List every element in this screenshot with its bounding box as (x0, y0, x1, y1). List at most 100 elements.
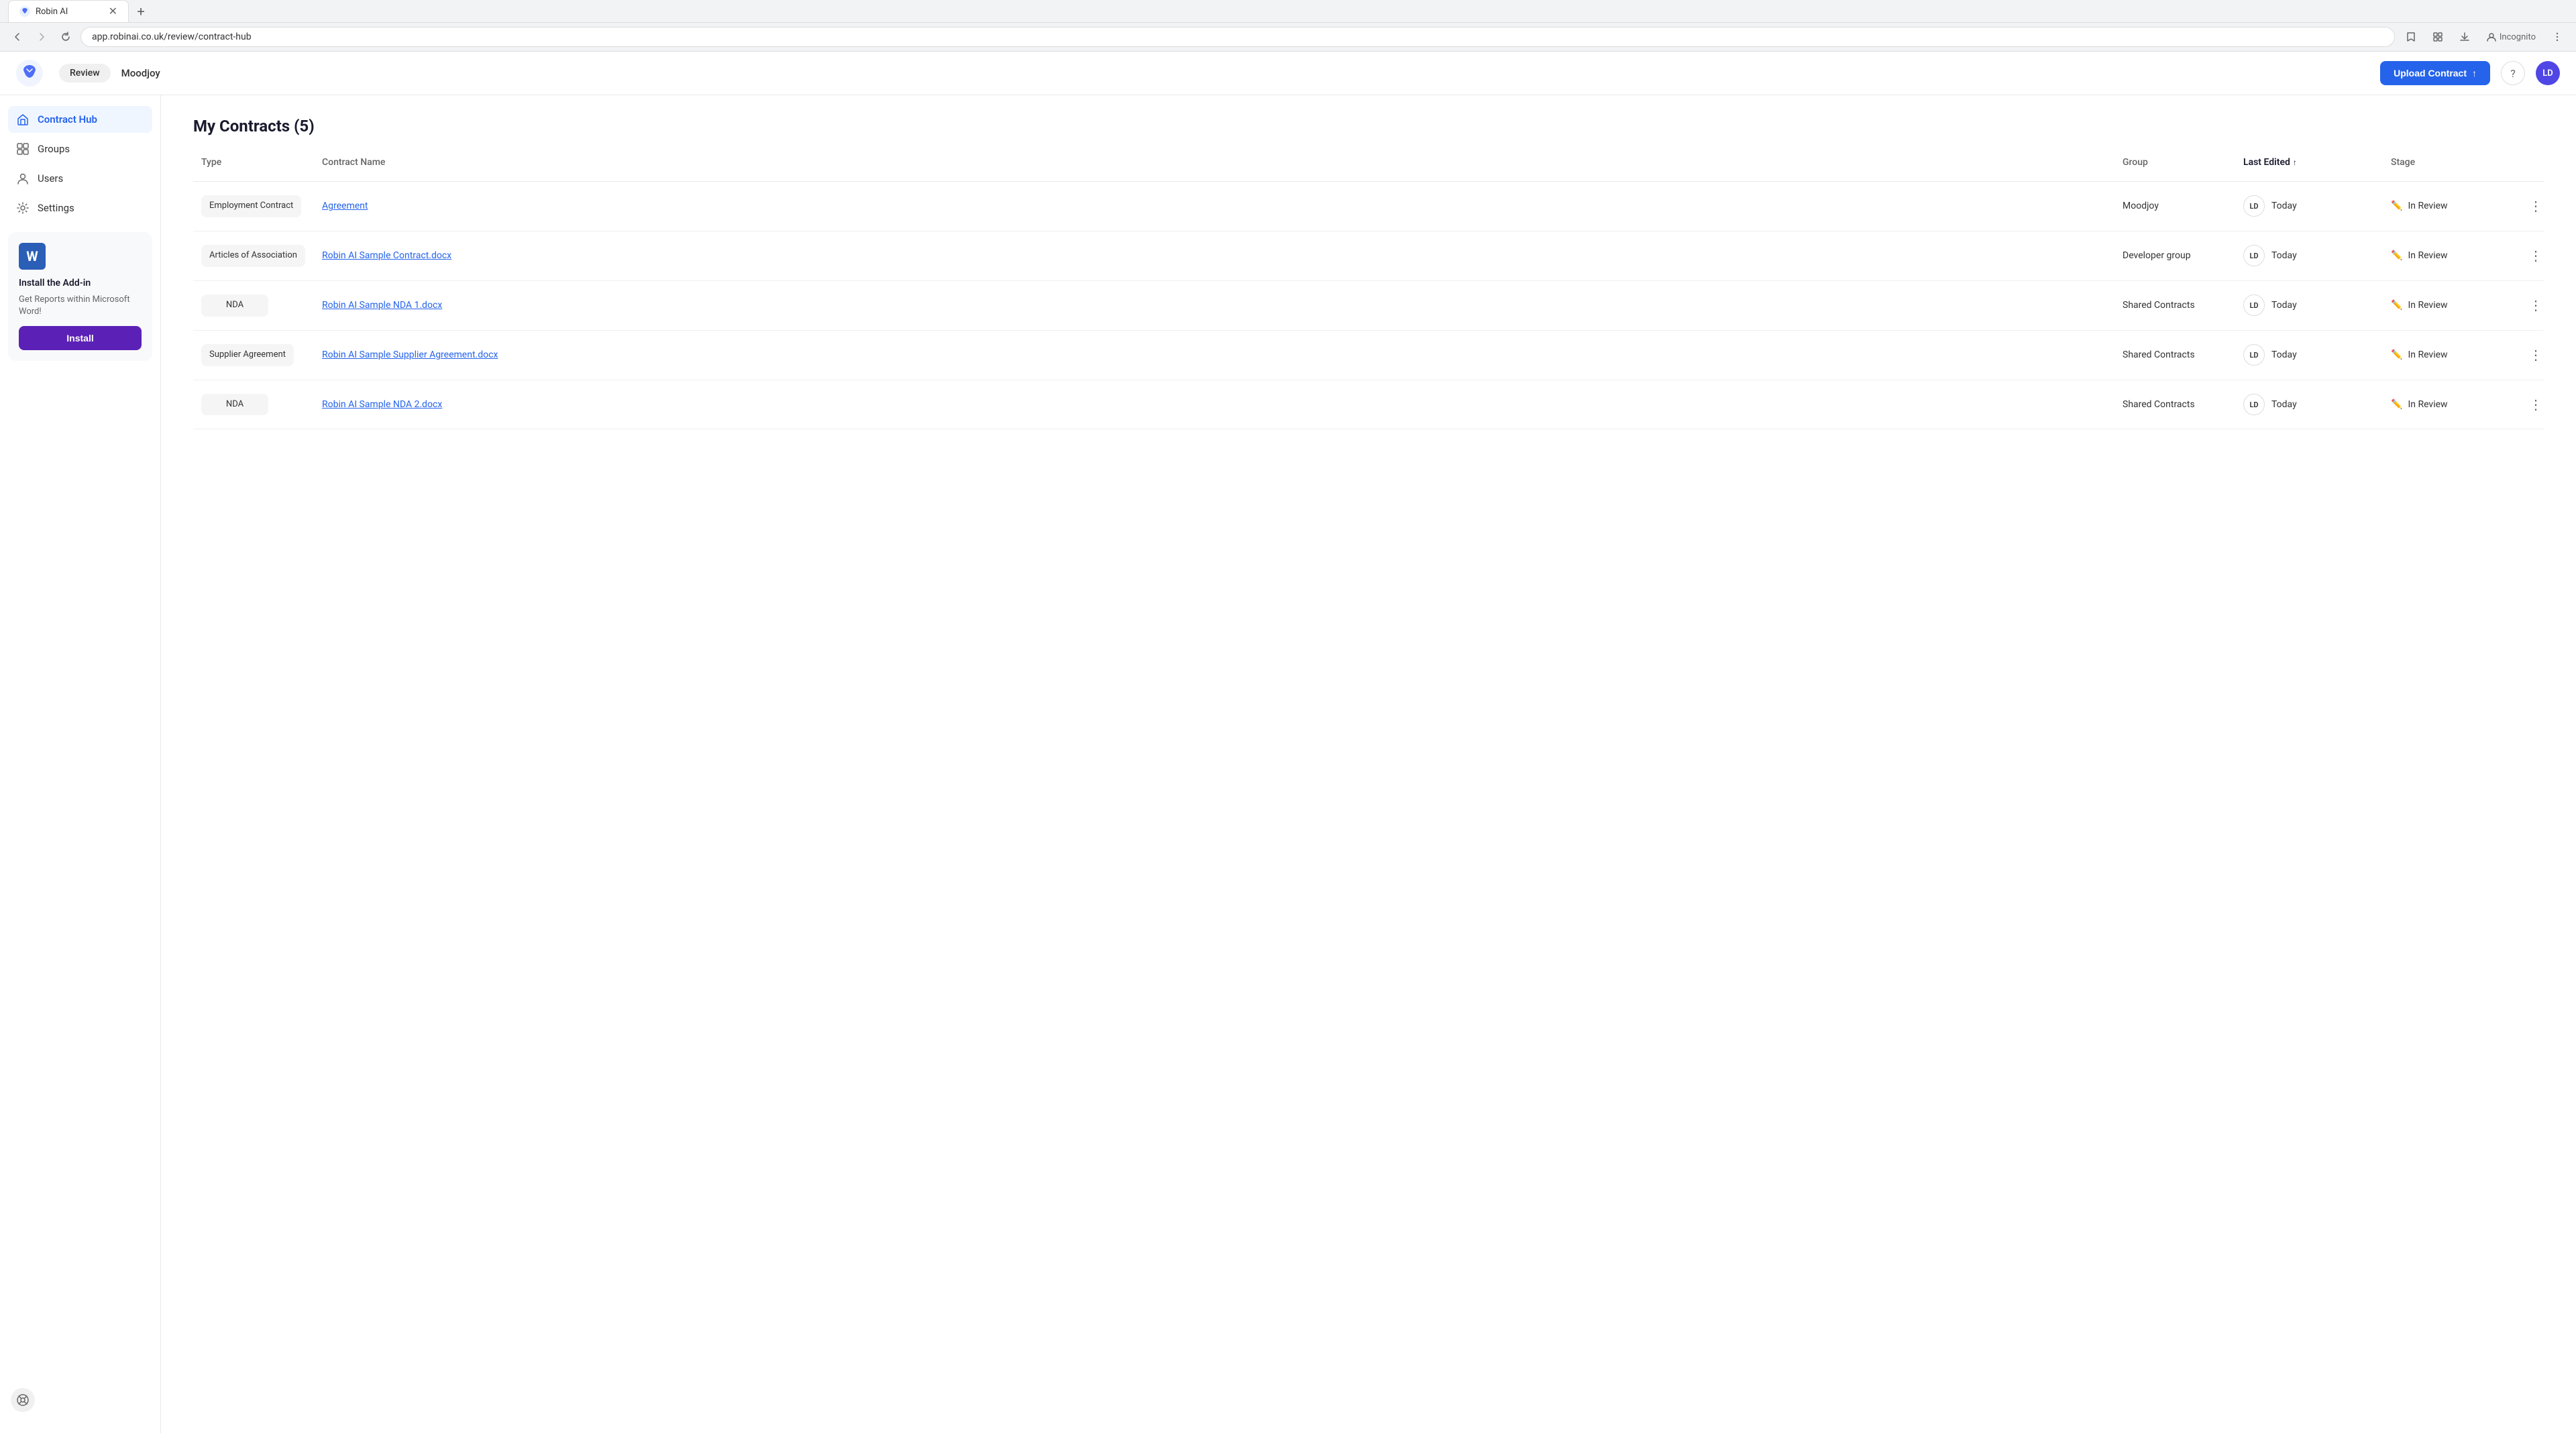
addin-title: Install the Add-in (19, 278, 142, 288)
cell-group: Shared Contracts (2114, 294, 2235, 316)
stage-cell: ✏️ In Review (2391, 201, 2509, 211)
app-container: Review Moodjoy Upload Contract ↑ ? LD (0, 52, 2576, 1434)
last-edited-cell: LD Today (2243, 245, 2375, 266)
cell-last-edited: LD Today (2235, 388, 2383, 421)
tab-bar: Robin AI ✕ + (0, 0, 2576, 22)
cell-contract-name: Robin AI Sample Supplier Agreement.docx (314, 344, 2114, 366)
sidebar-item-users[interactable]: Users (8, 165, 152, 192)
more-options-button[interactable]: ⋮ (2525, 394, 2546, 415)
sidebar: Contract Hub Groups (0, 95, 161, 1434)
help-button[interactable]: ? (2501, 61, 2525, 85)
addin-description: Get Reports within Microsoft Word! (19, 294, 142, 318)
table-body: Employment Contract Agreement Moodjoy LD… (193, 182, 2544, 429)
edit-date: Today (2271, 201, 2297, 211)
install-button[interactable]: Install (19, 326, 142, 350)
review-tab[interactable]: Review (59, 64, 111, 83)
bookmark-button[interactable] (2400, 29, 2422, 45)
type-badge: Employment Contract (201, 195, 301, 217)
tab-favicon (19, 6, 30, 17)
logo[interactable] (16, 60, 43, 87)
sidebar-item-settings[interactable]: Settings (8, 195, 152, 221)
stage-text: In Review (2408, 399, 2447, 410)
groups-icon (16, 142, 30, 156)
contract-link[interactable]: Agreement (322, 201, 368, 211)
extensions-button[interactable] (2427, 29, 2449, 45)
page-title: My Contracts (5) (193, 117, 2544, 136)
cell-type: Supplier Agreement (193, 339, 314, 372)
tab-title: Robin AI (36, 7, 103, 17)
cell-contract-name: Robin AI Sample Contract.docx (314, 245, 2114, 266)
browser-chrome: Robin AI ✕ + app.robinai.co.uk/review/co… (0, 0, 2576, 52)
type-badge: Articles of Association (201, 245, 305, 267)
editor-avatar: LD (2243, 394, 2265, 415)
more-options-button[interactable]: ⋮ (2525, 245, 2546, 266)
stage-cell: ✏️ In Review (2391, 350, 2509, 360)
table-header: Type Contract Name Group Last Edited ↑ S… (193, 152, 2544, 182)
col-group: Group (2114, 152, 2235, 173)
table-row: NDA Robin AI Sample NDA 2.docx Shared Co… (193, 380, 2544, 430)
last-edited-cell: LD Today (2243, 294, 2375, 316)
support-button[interactable] (11, 1388, 35, 1412)
download-button[interactable] (2454, 29, 2475, 45)
col-type: Type (193, 152, 314, 173)
word-icon: W (19, 243, 46, 270)
cell-type: Employment Contract (193, 190, 314, 223)
table-row: NDA Robin AI Sample NDA 1.docx Shared Co… (193, 281, 2544, 331)
app-header: Review Moodjoy Upload Contract ↑ ? LD (0, 52, 2576, 95)
last-edited-cell: LD Today (2243, 195, 2375, 217)
editor-avatar: LD (2243, 294, 2265, 316)
home-icon (16, 113, 30, 126)
last-edited-cell: LD Today (2243, 394, 2375, 415)
sidebar-label-users: Users (38, 172, 63, 184)
reload-button[interactable] (56, 28, 75, 46)
sidebar-label-contract-hub: Contract Hub (38, 113, 97, 125)
table-row: Supplier Agreement Robin AI Sample Suppl… (193, 331, 2544, 380)
forward-button[interactable] (32, 28, 51, 46)
col-last-edited[interactable]: Last Edited ↑ (2235, 152, 2383, 173)
more-options-button[interactable]: ⋮ (2525, 195, 2546, 217)
url-bar[interactable]: app.robinai.co.uk/review/contract-hub (80, 27, 2395, 47)
cell-last-edited: LD Today (2235, 339, 2383, 371)
col-actions (2517, 152, 2544, 173)
sort-icon: ↑ (2293, 158, 2297, 167)
cell-more: ⋮ (2517, 239, 2544, 272)
upload-label: Upload Contract (2394, 68, 2467, 78)
stage-cell: ✏️ In Review (2391, 399, 2509, 410)
group-name: Moodjoy (2123, 201, 2159, 211)
stage-text: In Review (2408, 201, 2447, 211)
active-tab[interactable]: Robin AI ✕ (8, 0, 129, 22)
main-layout: Contract Hub Groups (0, 95, 2576, 1434)
upload-contract-button[interactable]: Upload Contract ↑ (2380, 61, 2490, 85)
new-tab-button[interactable]: + (131, 2, 150, 21)
menu-button[interactable] (2546, 29, 2568, 45)
stage-text: In Review (2408, 250, 2447, 261)
cell-stage: ✏️ In Review (2383, 344, 2517, 366)
pencil-icon: ✏️ (2391, 250, 2402, 261)
contract-link[interactable]: Robin AI Sample Supplier Agreement.docx (322, 350, 498, 360)
sidebar-item-contract-hub[interactable]: Contract Hub (8, 106, 152, 133)
sidebar-item-groups[interactable]: Groups (8, 136, 152, 162)
url-text: app.robinai.co.uk/review/contract-hub (92, 32, 2383, 42)
cell-stage: ✏️ In Review (2383, 195, 2517, 217)
group-name: Shared Contracts (2123, 399, 2195, 410)
tab-close-button[interactable]: ✕ (109, 6, 117, 17)
incognito-label: Incognito (2481, 29, 2541, 45)
group-name: Shared Contracts (2123, 350, 2195, 360)
editor-avatar: LD (2243, 195, 2265, 217)
cell-more: ⋮ (2517, 289, 2544, 321)
user-avatar[interactable]: LD (2536, 61, 2560, 85)
stage-cell: ✏️ In Review (2391, 300, 2509, 311)
edit-date: Today (2271, 300, 2297, 311)
sidebar-nav: Contract Hub Groups (0, 106, 160, 221)
back-button[interactable] (8, 28, 27, 46)
more-options-button[interactable]: ⋮ (2525, 294, 2546, 316)
stage-text: In Review (2408, 350, 2447, 360)
address-actions: Incognito (2400, 29, 2568, 45)
cell-group: Shared Contracts (2114, 394, 2235, 415)
contract-link[interactable]: Robin AI Sample NDA 2.docx (322, 399, 442, 410)
more-options-button[interactable]: ⋮ (2525, 344, 2546, 366)
contract-link[interactable]: Robin AI Sample NDA 1.docx (322, 300, 442, 311)
cell-type: NDA (193, 388, 314, 421)
contract-link[interactable]: Robin AI Sample Contract.docx (322, 250, 451, 261)
address-bar: app.robinai.co.uk/review/contract-hub In… (0, 22, 2576, 51)
